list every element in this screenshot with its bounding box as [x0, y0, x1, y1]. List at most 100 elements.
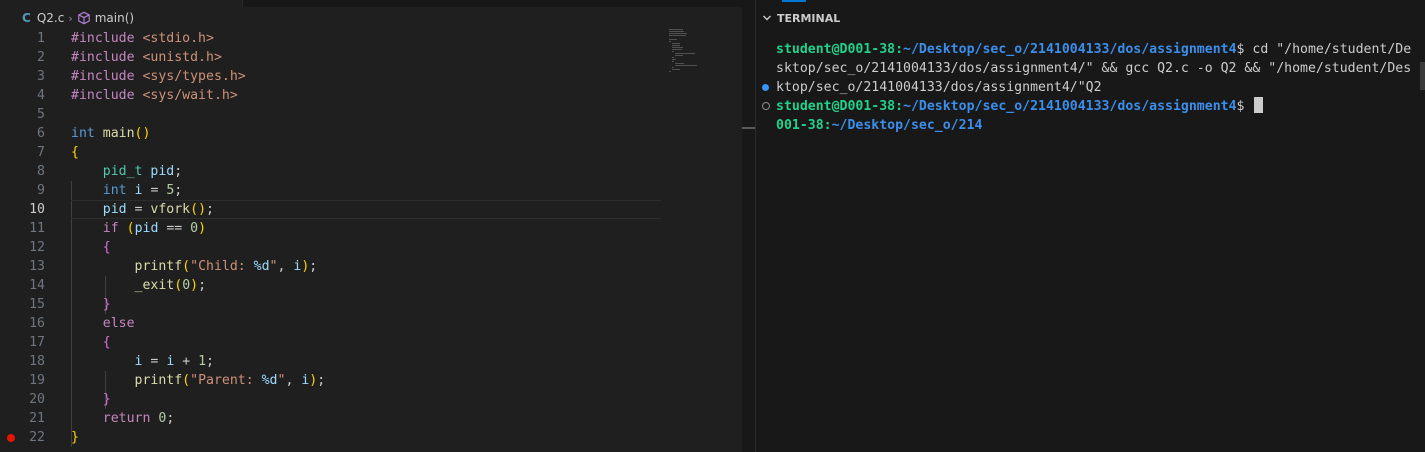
- line-number: 6: [37, 126, 45, 141]
- terminal-title: TERMINAL: [777, 11, 841, 25]
- code-text: }: [71, 430, 79, 445]
- code-text: int main(): [71, 126, 151, 141]
- terminal-line: student@D001-38:~/Desktop/sec_o/21410041…: [762, 97, 1416, 116]
- chevron-right-icon: ›: [68, 11, 73, 25]
- code-text: #include <unistd.h>: [71, 50, 222, 65]
- command-success-icon[interactable]: [762, 84, 769, 91]
- code-line[interactable]: 14 _exit(0);: [0, 276, 742, 295]
- terminal-line: sktop/sec_o/2141004133/dos/assignment4/"…: [776, 59, 1416, 78]
- prompt-user: student@D001-38: [776, 42, 896, 57]
- code-line[interactable]: 15 }: [0, 295, 742, 314]
- prompt-colon: :: [895, 99, 904, 114]
- code-line[interactable]: 16 else: [0, 314, 742, 333]
- line-number: 12: [29, 240, 45, 255]
- code-area[interactable]: 1 #include <stdio.h> 2 #include <unistd.h> 3…: [0, 29, 742, 447]
- line-number: 4: [37, 88, 45, 103]
- terminal-text: $ cd "/home/student/De: [1236, 42, 1412, 57]
- code-line[interactable]: 18 i = i + 1;: [0, 352, 742, 371]
- code-line[interactable]: 5: [0, 105, 742, 124]
- breadcrumb-symbol[interactable]: main(): [95, 11, 134, 25]
- chevron-down-icon[interactable]: [762, 13, 772, 23]
- code-line[interactable]: 22}: [0, 428, 742, 447]
- code-line[interactable]: 20 }: [0, 390, 742, 409]
- line-number: 20: [29, 392, 45, 407]
- code-text: {: [102, 335, 111, 350]
- code-text: #include <sys/wait.h>: [71, 88, 238, 103]
- terminal-header[interactable]: TERMINAL: [762, 11, 840, 25]
- code-line[interactable]: 12 {: [0, 238, 742, 257]
- terminal-text: ktop/sec_o/2141004133/dos/assignment4/"Q…: [776, 80, 1102, 95]
- line-number: 18: [29, 354, 45, 369]
- line-number: 21: [29, 411, 45, 426]
- code-line[interactable]: 10 pid = vfork();: [0, 200, 742, 219]
- code-line[interactable]: 8 pid_t pid;: [0, 162, 742, 181]
- prompt-user: 001-38: [776, 118, 824, 133]
- command-pending-icon[interactable]: [762, 102, 770, 110]
- line-number: 16: [29, 316, 45, 331]
- code-editor[interactable]: C Q2.c › main() 1 #include <stdio.h> 2 #inc…: [0, 0, 742, 452]
- code-line[interactable]: 11 if (pid == 0): [0, 219, 742, 238]
- terminal-text: $: [1236, 99, 1253, 114]
- code-text: #include <stdio.h>: [71, 31, 214, 46]
- prompt-path: ~/Desktop/sec_o/2141004133/dos/assignmen…: [903, 99, 1237, 114]
- minimap[interactable]: [669, 29, 709, 79]
- terminal-line: ktop/sec_o/2141004133/dos/assignment4/"Q…: [762, 78, 1416, 97]
- code-line[interactable]: 9 int i = 5;: [0, 181, 742, 200]
- line-number: 19: [29, 373, 45, 388]
- terminal-line: student@D001-38:~/Desktop/sec_o/21410041…: [776, 40, 1416, 59]
- code-text: {: [71, 145, 79, 160]
- code-text: if (pid == 0): [102, 221, 207, 236]
- terminal-tab-accent: [782, 0, 806, 2]
- terminal-output[interactable]: student@D001-38:~/Desktop/sec_o/21410041…: [762, 40, 1416, 135]
- line-number: 1: [37, 31, 45, 46]
- prompt-colon: :: [895, 42, 904, 57]
- prompt-colon: :: [823, 118, 832, 133]
- code-text: {: [102, 240, 111, 255]
- editor-tab-strip: [0, 0, 742, 7]
- line-number: 5: [37, 107, 45, 122]
- terminal-scrollbar[interactable]: [1420, 62, 1425, 90]
- code-text: printf("Child: %d", i);: [134, 259, 318, 274]
- code-line[interactable]: 13 printf("Child: %d", i);: [0, 257, 742, 276]
- breadcrumb-file[interactable]: Q2.c: [37, 11, 65, 25]
- prompt-path: ~/Desktop/sec_o/2141004133/dos/assignmen…: [903, 42, 1237, 57]
- code-line[interactable]: 19 printf("Parent: %d", i);: [0, 371, 742, 390]
- line-number: 7: [37, 145, 45, 160]
- code-text: _exit(0);: [134, 278, 207, 293]
- tab-q2-c[interactable]: [0, 0, 243, 7]
- prompt-path: ~/Desktop/sec_o/214: [831, 118, 983, 133]
- line-number: 15: [29, 297, 45, 312]
- code-line[interactable]: 7{: [0, 143, 742, 162]
- line-number: 11: [29, 221, 45, 236]
- code-line[interactable]: 21 return 0;: [0, 409, 742, 428]
- code-line[interactable]: 17 {: [0, 333, 742, 352]
- terminal-cursor: [1254, 97, 1264, 113]
- scrollbar-marker: [742, 127, 755, 129]
- split-divider[interactable]: [742, 0, 756, 452]
- terminal-line: 001-38:~/Desktop/sec_o/214: [776, 116, 1416, 135]
- line-number: 8: [37, 164, 45, 179]
- line-number: 10: [29, 202, 45, 217]
- code-line[interactable]: 1 #include <stdio.h>: [0, 29, 742, 48]
- code-line[interactable]: 2 #include <unistd.h>: [0, 48, 742, 67]
- cube-icon: [77, 11, 90, 25]
- line-number: 2: [37, 50, 45, 65]
- code-text: }: [102, 297, 111, 312]
- terminal-text: sktop/sec_o/2141004133/dos/assignment4/"…: [776, 61, 1412, 76]
- code-text: #include <sys/types.h>: [71, 69, 246, 84]
- code-text: int i = 5;: [102, 183, 183, 198]
- line-number: 3: [37, 69, 45, 84]
- code-line[interactable]: 6 int main(): [0, 124, 742, 143]
- code-text: return 0;: [102, 411, 175, 426]
- line-number: 13: [29, 259, 45, 274]
- prompt-user: student@D001-38: [776, 99, 896, 114]
- breadcrumb: C Q2.c › main(): [0, 7, 742, 29]
- code-text: i = i + 1;: [134, 354, 214, 369]
- terminal-panel[interactable]: TERMINAL student@D001-38:~/Desktop/sec_o…: [756, 0, 1425, 452]
- code-line[interactable]: 4 #include <sys/wait.h>: [0, 86, 742, 105]
- line-number: 17: [29, 335, 45, 350]
- code-line[interactable]: 3 #include <sys/types.h>: [0, 67, 742, 86]
- code-text: }: [102, 392, 111, 407]
- c-language-icon: C: [22, 11, 31, 25]
- code-text: pid_t pid;: [102, 164, 183, 179]
